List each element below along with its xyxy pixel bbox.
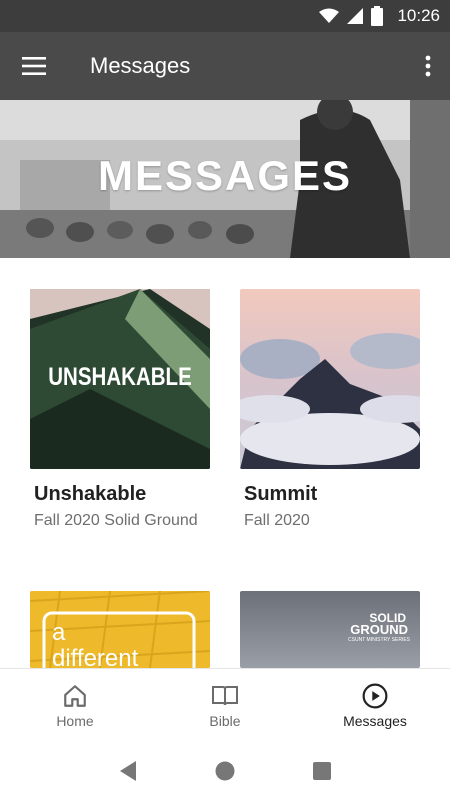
- status-icons: 10:26: [319, 0, 440, 32]
- hero-title: MESSAGES: [97, 152, 353, 199]
- bottom-navigation: Home Bible Messages: [0, 668, 450, 743]
- app-bar-title: Messages: [90, 53, 191, 78]
- nav-label: Home: [56, 713, 94, 729]
- play-circle-icon: [362, 683, 388, 709]
- back-triangle-icon: [120, 761, 137, 781]
- message-card-solid-ground[interactable]: SOLID GROUND CSUNT MINISTRY SERIES: [240, 591, 420, 668]
- home-icon: [64, 685, 86, 707]
- card-subtitle: Fall 2020 Solid Ground: [34, 512, 198, 529]
- cloudy-summit-artwork: [240, 289, 420, 469]
- card-subtitle: Fall 2020: [244, 512, 310, 529]
- card-art-text: a: [52, 619, 66, 646]
- app-bar: Messages: [0, 32, 450, 100]
- card-title: Unshakable: [34, 483, 147, 505]
- card-art-text: different: [52, 645, 139, 668]
- card-art-text: GROUND: [350, 622, 408, 637]
- wifi-icon: [319, 8, 340, 23]
- home-circle-icon: [215, 761, 235, 781]
- status-time: 10:26: [397, 6, 440, 25]
- card-thumbnail: SOLID GROUND CSUNT MINISTRY SERIES: [240, 591, 420, 668]
- nav-item-home[interactable]: Home: [0, 669, 150, 743]
- nav-label: Messages: [343, 713, 407, 729]
- book-icon: [212, 686, 238, 706]
- message-card-a-different[interactable]: a different: [30, 591, 210, 668]
- menu-button[interactable]: [16, 50, 52, 82]
- more-vert-icon: [425, 55, 431, 77]
- hero-banner: MESSAGES: [0, 100, 450, 258]
- nav-item-messages[interactable]: Messages: [300, 669, 450, 743]
- recents-square-icon: [312, 762, 331, 780]
- signal-icon: [347, 8, 364, 24]
- card-thumbnail: a different: [30, 591, 210, 668]
- overflow-menu-button[interactable]: [418, 50, 438, 82]
- hamburger-menu-icon: [22, 57, 46, 75]
- card-art-text: UNSHAKABLE: [48, 363, 192, 391]
- battery-icon: [371, 6, 384, 26]
- card-title: Summit: [244, 483, 318, 505]
- card-thumbnail: [240, 289, 420, 469]
- recents-button[interactable]: [310, 759, 334, 783]
- back-button[interactable]: [116, 759, 140, 783]
- message-card-summit[interactable]: Summit Fall 2020: [240, 289, 420, 530]
- nav-item-bible[interactable]: Bible: [150, 669, 300, 743]
- status-bar: 10:26: [0, 0, 450, 32]
- message-card-unshakable[interactable]: UNSHAKABLE Unshakable Fall 2020 Solid Gr…: [30, 289, 210, 530]
- system-navigation-bar: [0, 742, 450, 800]
- nav-label: Bible: [209, 713, 241, 729]
- card-thumbnail: UNSHAKABLE: [30, 289, 210, 469]
- card-art-text: CSUNT MINISTRY SERIES: [348, 637, 410, 643]
- home-system-button[interactable]: [213, 759, 237, 783]
